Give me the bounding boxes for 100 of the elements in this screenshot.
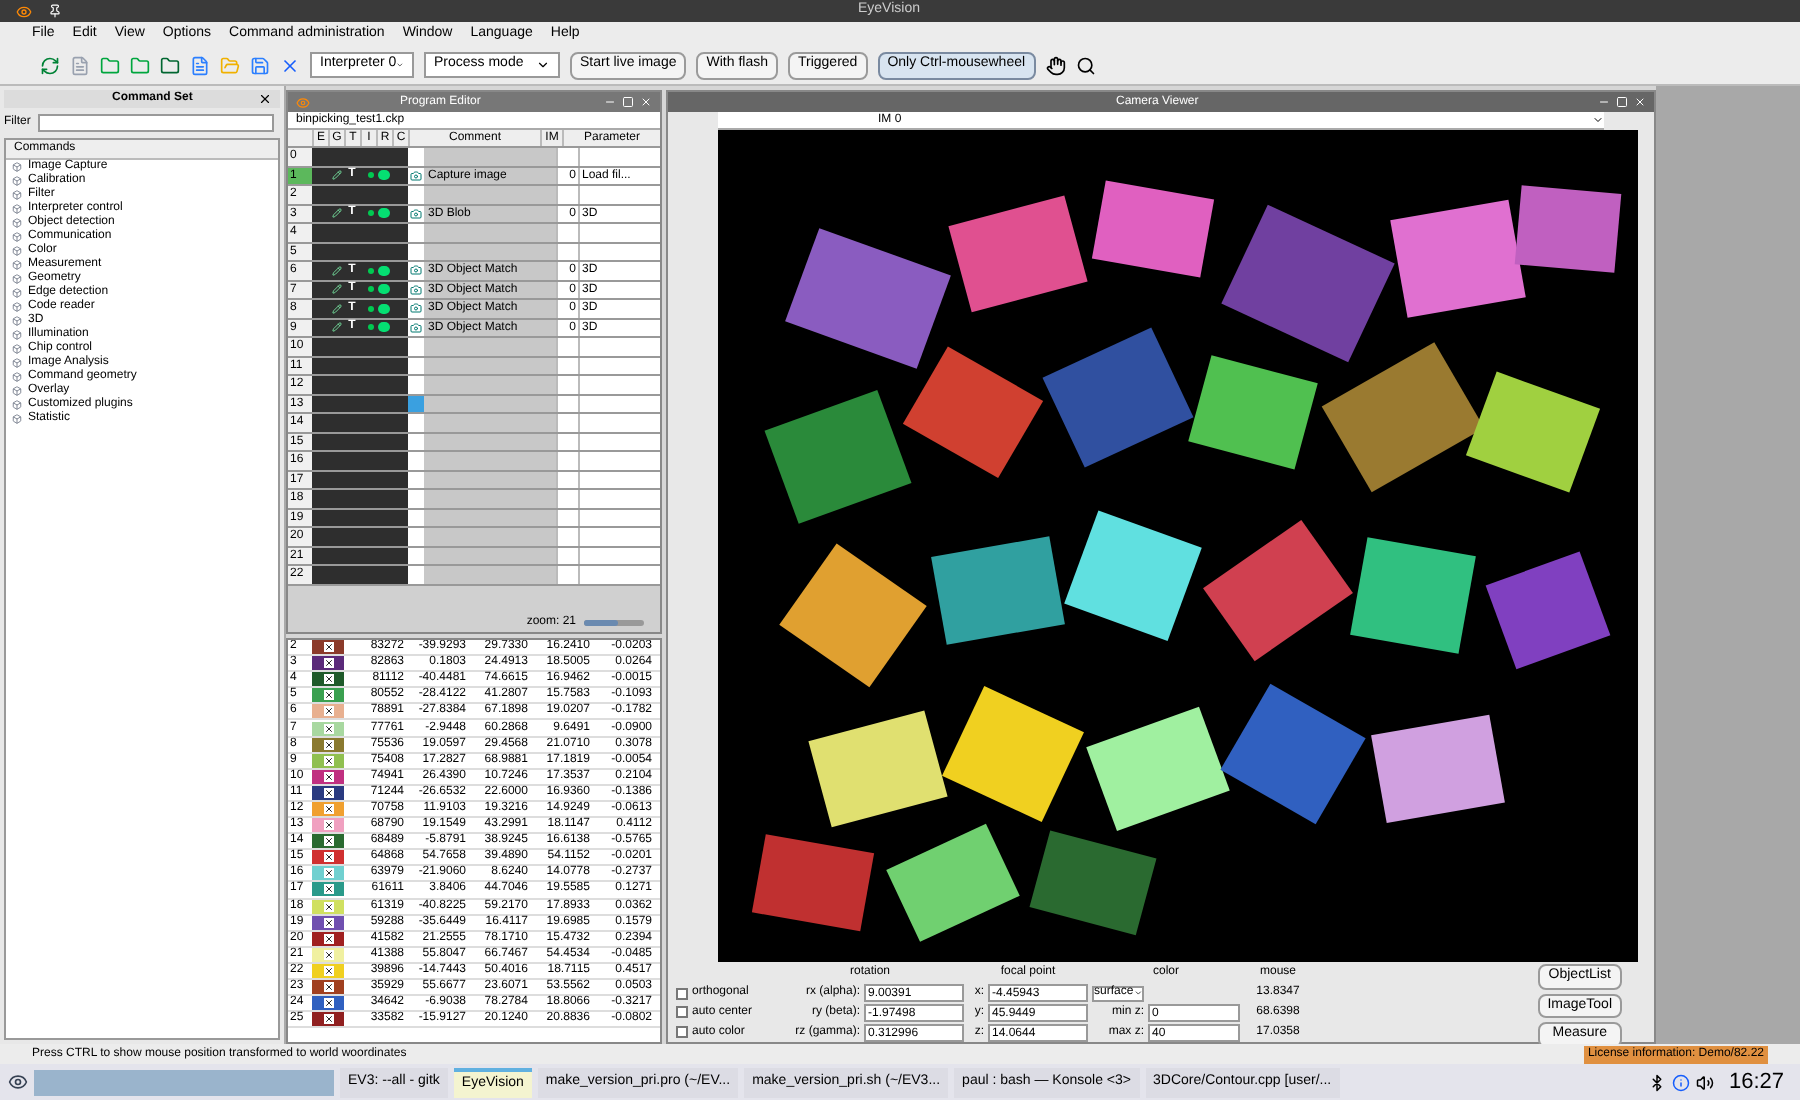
maximize-icon[interactable] xyxy=(622,96,634,108)
module-icon xyxy=(12,176,22,186)
pencil-icon[interactable] xyxy=(331,170,341,181)
color-swatch[interactable] xyxy=(312,834,344,849)
check-icon xyxy=(323,933,333,944)
comment-cell xyxy=(424,452,556,469)
command-icon-cell[interactable] xyxy=(408,376,424,393)
im-cell xyxy=(556,376,578,393)
command-icon-cell[interactable] xyxy=(408,338,424,355)
parameter-cell xyxy=(578,186,660,203)
module-icon xyxy=(12,204,22,214)
color-swatch[interactable] xyxy=(312,996,344,1011)
hand-icon[interactable] xyxy=(1045,55,1066,75)
check-icon xyxy=(323,803,333,814)
check-icon xyxy=(323,723,333,734)
color-swatch[interactable] xyxy=(312,866,344,881)
parameter-cell xyxy=(578,452,660,469)
parameter-cell xyxy=(578,224,660,241)
color-swatch[interactable] xyxy=(312,850,344,865)
command-icon-cell[interactable] xyxy=(408,414,424,431)
im-cell xyxy=(556,490,578,507)
command-icon-cell[interactable] xyxy=(408,452,424,469)
maximize-icon[interactable] xyxy=(1616,96,1628,108)
close-icon[interactable] xyxy=(258,92,272,106)
checkbox[interactable] xyxy=(676,1006,688,1019)
info-icon[interactable] xyxy=(1672,1073,1691,1091)
color-swatch[interactable] xyxy=(312,672,344,687)
check-icon xyxy=(323,836,333,847)
pencil-icon[interactable] xyxy=(331,265,341,276)
flags-cell xyxy=(312,490,408,507)
caret-icon xyxy=(1133,988,1142,999)
command-icon-cell[interactable] xyxy=(408,224,424,241)
command-icon-cell[interactable] xyxy=(408,148,424,165)
module-icon xyxy=(12,344,22,354)
check-icon xyxy=(323,982,333,993)
caret-icon xyxy=(536,58,550,72)
color-swatch[interactable] xyxy=(312,721,344,736)
folder-icon[interactable] xyxy=(100,55,120,75)
new-file-icon[interactable] xyxy=(190,55,210,75)
im-cell xyxy=(556,186,578,203)
pencil-icon[interactable] xyxy=(331,303,341,314)
app-eye-icon xyxy=(16,3,32,19)
color-swatch[interactable] xyxy=(312,656,344,671)
module-icon xyxy=(12,232,22,242)
module-icon xyxy=(12,358,22,368)
command-icon-cell[interactable] xyxy=(408,528,424,545)
checkbox[interactable] xyxy=(676,987,688,1000)
command-icon-cell[interactable] xyxy=(408,300,424,317)
command-icon-cell[interactable] xyxy=(408,262,424,279)
parameter-cell xyxy=(578,490,660,507)
check-icon xyxy=(323,739,333,750)
module-icon xyxy=(12,190,22,200)
color-swatch[interactable] xyxy=(312,1012,344,1027)
folder-icon[interactable] xyxy=(130,55,150,75)
pencil-icon[interactable] xyxy=(331,322,341,333)
color-swatch[interactable] xyxy=(312,882,344,897)
pencil-icon[interactable] xyxy=(331,208,341,219)
camera-icon xyxy=(410,321,422,334)
color-swatch[interactable] xyxy=(312,640,344,655)
app-eye-icon xyxy=(296,95,310,109)
status-icon[interactable] xyxy=(378,208,390,219)
bluetooth-icon[interactable] xyxy=(1648,1073,1667,1091)
module-icon xyxy=(12,386,22,396)
check-icon xyxy=(323,787,333,798)
color-swatch[interactable] xyxy=(312,688,344,703)
color-swatch[interactable] xyxy=(312,704,344,719)
filter-field[interactable] xyxy=(38,114,275,132)
command-icon-cell[interactable] xyxy=(408,186,424,203)
module-icon xyxy=(12,274,22,284)
volume-icon[interactable] xyxy=(1696,1073,1715,1091)
pencil-icon[interactable] xyxy=(331,284,341,295)
parameter-cell xyxy=(578,148,660,165)
comment-cell xyxy=(424,528,556,545)
command-icon-cell[interactable] xyxy=(408,566,424,583)
save-icon[interactable] xyxy=(250,55,270,75)
flags-cell xyxy=(312,528,408,545)
check-icon xyxy=(323,771,333,782)
im-cell xyxy=(556,566,578,583)
parameter-cell xyxy=(578,566,660,583)
zoom-slider-fill[interactable] xyxy=(584,619,617,625)
camera-icon xyxy=(410,264,422,277)
status-icon[interactable] xyxy=(378,170,390,181)
folder-icon[interactable] xyxy=(160,55,180,75)
zoom-icon[interactable] xyxy=(1075,55,1096,75)
module-icon xyxy=(12,372,22,382)
module-icon xyxy=(12,316,22,326)
im-cell xyxy=(556,528,578,545)
camera-icon xyxy=(410,283,422,296)
caret-icon[interactable] xyxy=(1592,114,1604,126)
check-icon xyxy=(323,706,333,717)
color-swatch[interactable] xyxy=(312,818,344,833)
minimize-icon[interactable] xyxy=(1598,96,1610,108)
launcher-icon[interactable] xyxy=(8,1072,28,1092)
checkbox[interactable] xyxy=(676,1026,688,1039)
module-icon xyxy=(12,260,22,270)
pin-icon[interactable] xyxy=(48,4,62,18)
command-icon-cell[interactable] xyxy=(408,490,424,507)
reload-icon[interactable] xyxy=(40,55,60,75)
module-icon xyxy=(12,414,22,424)
color-swatch[interactable] xyxy=(312,980,344,995)
